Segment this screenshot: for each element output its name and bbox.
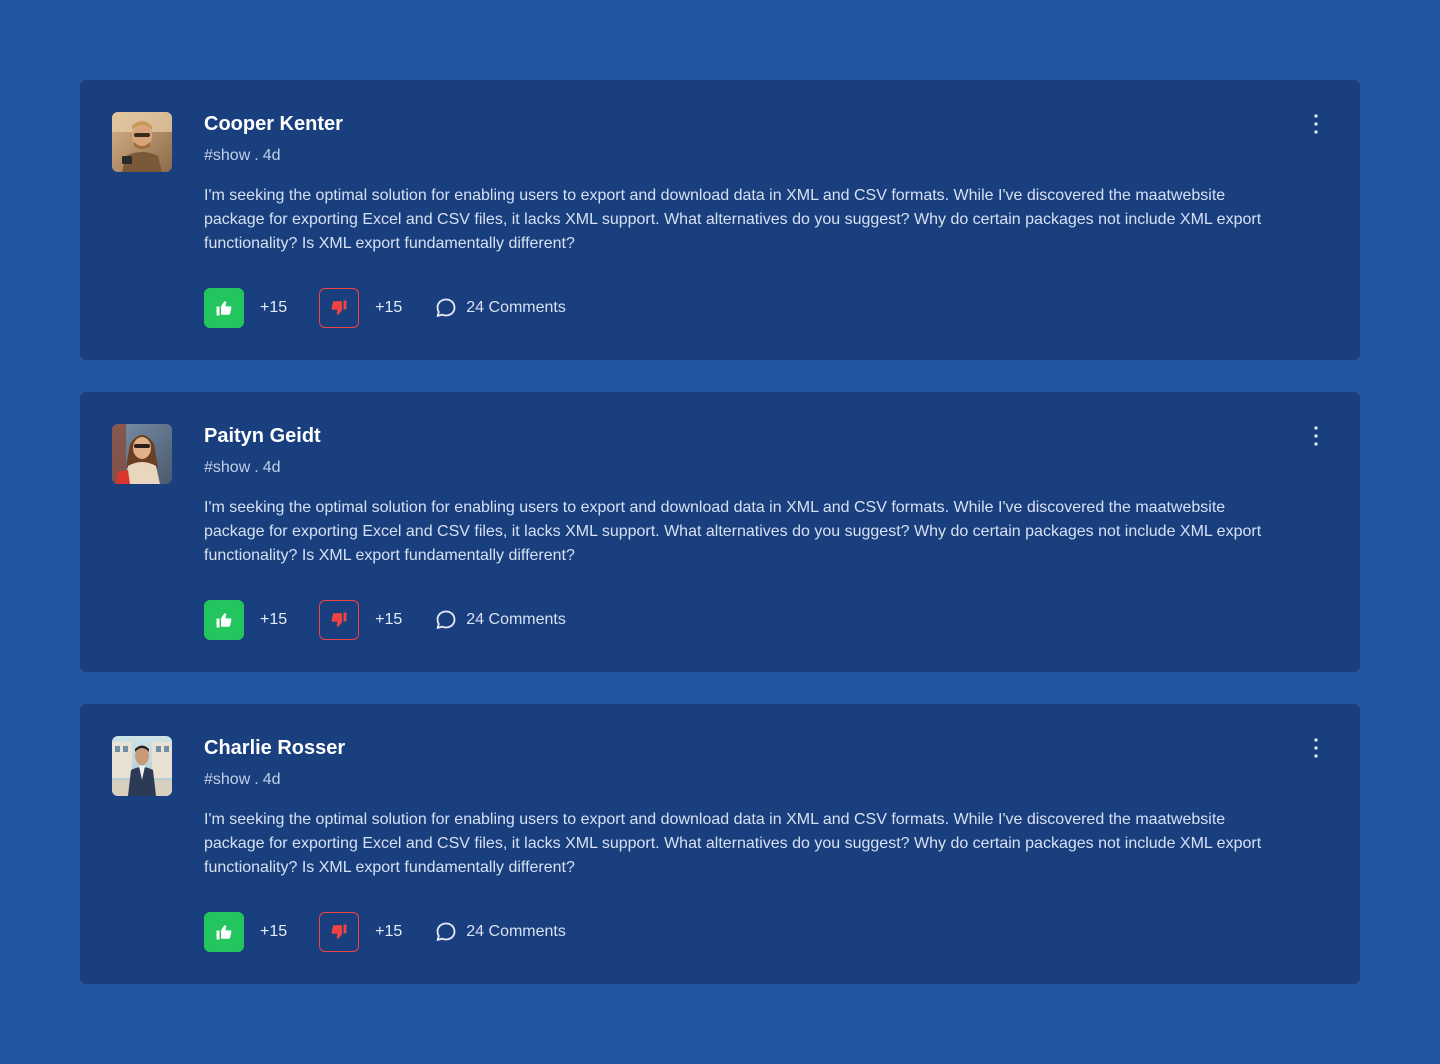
post-tag[interactable]: #show: [204, 771, 250, 788]
thumbs-down-icon: [331, 612, 347, 627]
like-button[interactable]: [204, 912, 244, 952]
post-meta: #show. 4d: [204, 459, 281, 477]
comments-link[interactable]: 24 Comments: [434, 608, 566, 632]
post-card: Cooper Kenter #show. 4d I'm seeking the o…: [80, 80, 1360, 360]
meta-separator: .: [254, 147, 259, 164]
like-button[interactable]: [204, 600, 244, 640]
post-card: Charlie Rosser #show. 4d I'm seeking the …: [80, 704, 1360, 984]
like-count: +15: [260, 923, 288, 940]
post-body: I'm seeking the optimal solution for ena…: [204, 187, 1262, 252]
like-count: +15: [260, 611, 288, 628]
dislike-button[interactable]: [319, 288, 360, 328]
author-name[interactable]: Paityn Geidt: [204, 425, 321, 448]
more-vertical-icon: [1314, 426, 1318, 446]
like-count: +15: [260, 299, 288, 316]
post-actions: +15 +15 24 Comments: [204, 600, 566, 640]
thumbs-up-icon: [216, 925, 232, 940]
post-tag[interactable]: #show: [204, 459, 250, 476]
avatar[interactable]: [112, 424, 172, 484]
post-actions: +15 +15 24 Comments: [204, 288, 566, 328]
more-vertical-icon: [1314, 114, 1318, 134]
thumbs-up-icon: [216, 613, 232, 628]
author-name[interactable]: Cooper Kenter: [204, 113, 343, 136]
post-meta: #show. 4d: [204, 147, 281, 165]
dislike-button[interactable]: [319, 600, 360, 640]
more-vertical-icon: [1314, 738, 1318, 758]
dislike-count: +15: [375, 611, 403, 628]
post-time: 4d: [262, 459, 281, 476]
more-options-button[interactable]: [1304, 734, 1328, 762]
comments-label: 24 Comments: [466, 611, 566, 628]
more-options-button[interactable]: [1304, 110, 1328, 138]
dislike-count: +15: [375, 923, 403, 940]
post-time: 4d: [262, 771, 281, 788]
post-time: 4d: [262, 147, 281, 164]
avatar[interactable]: [112, 112, 172, 172]
comments-link[interactable]: 24 Comments: [434, 296, 566, 320]
avatar[interactable]: [112, 736, 172, 796]
comment-bubble-icon: [436, 610, 456, 629]
comment-bubble-icon: [436, 298, 456, 317]
meta-separator: .: [254, 771, 259, 788]
like-button[interactable]: [204, 288, 244, 328]
post-actions: +15 +15 24 Comments: [204, 912, 566, 952]
post-body: I'm seeking the optimal solution for ena…: [204, 811, 1262, 876]
comments-label: 24 Comments: [466, 299, 566, 316]
comment-bubble-icon: [436, 922, 456, 941]
comments-link[interactable]: 24 Comments: [434, 920, 566, 944]
post-meta: #show. 4d: [204, 771, 281, 789]
more-options-button[interactable]: [1304, 422, 1328, 450]
author-name[interactable]: Charlie Rosser: [204, 737, 345, 760]
comments-label: 24 Comments: [466, 923, 566, 940]
post-body: I'm seeking the optimal solution for ena…: [204, 499, 1262, 564]
thumbs-up-icon: [216, 301, 232, 316]
dislike-count: +15: [375, 299, 403, 316]
post-feed: Cooper Kenter #show. 4d I'm seeking the o…: [80, 80, 1360, 1016]
post-card: Paityn Geidt #show. 4d I'm seeking the op…: [80, 392, 1360, 672]
thumbs-down-icon: [331, 300, 347, 315]
post-tag[interactable]: #show: [204, 147, 250, 164]
thumbs-down-icon: [331, 924, 347, 939]
meta-separator: .: [254, 459, 259, 476]
dislike-button[interactable]: [319, 912, 360, 952]
